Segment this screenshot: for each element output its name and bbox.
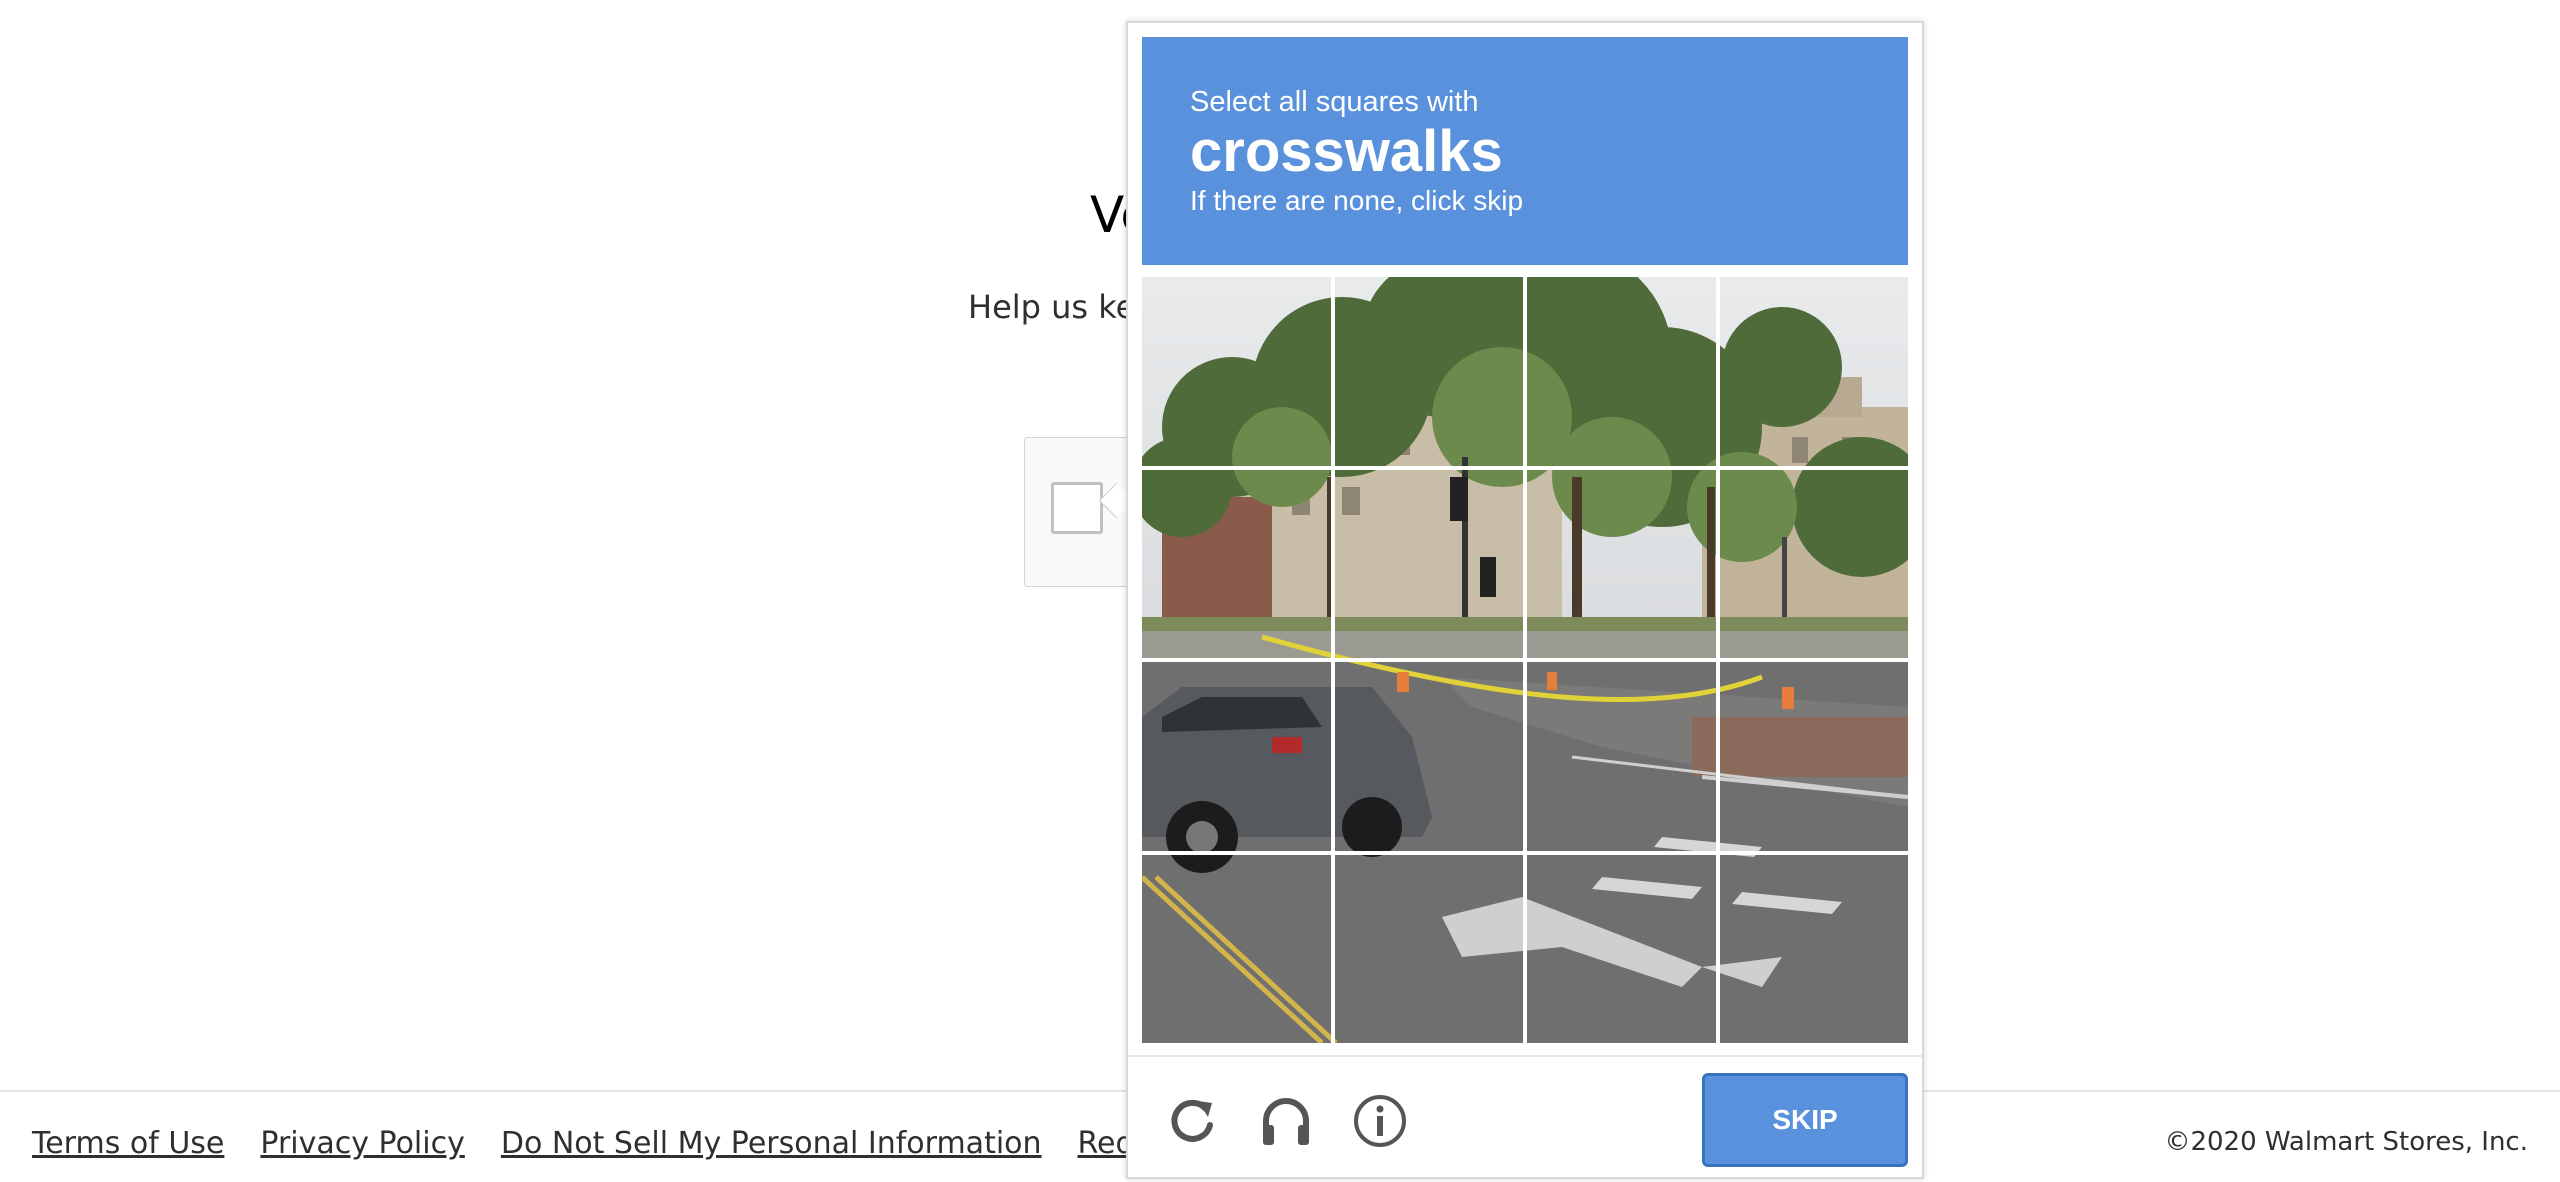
street-photo-slice	[1334, 469, 1523, 658]
image-tile[interactable]	[1334, 469, 1523, 658]
captcha-checkbox[interactable]	[1051, 482, 1103, 534]
street-photo-slice	[1719, 854, 1908, 1043]
image-tile[interactable]	[1142, 662, 1331, 851]
street-photo-slice	[1527, 277, 1716, 466]
street-photo-slice	[1334, 277, 1523, 466]
copyright: ©2020 Walmart Stores, Inc.	[2164, 1127, 2528, 1157]
street-photo-slice	[1334, 854, 1523, 1043]
street-photo-slice	[1527, 854, 1716, 1043]
image-tile[interactable]	[1334, 854, 1523, 1043]
street-photo-slice	[1142, 854, 1331, 1043]
image-tile[interactable]	[1334, 277, 1523, 466]
footer-link-terms[interactable]: Terms of Use	[32, 1126, 224, 1161]
image-challenge-popup: Select all squares with crosswalks If th…	[1126, 21, 1924, 1179]
footer-link-privacy[interactable]: Privacy Policy	[260, 1126, 464, 1161]
info-icon[interactable]	[1350, 1091, 1410, 1151]
image-tile[interactable]	[1719, 854, 1908, 1043]
image-tile[interactable]	[1142, 277, 1331, 466]
street-photo-slice	[1334, 662, 1523, 851]
street-photo-slice	[1719, 277, 1908, 466]
image-tile[interactable]	[1719, 277, 1908, 466]
street-photo-slice	[1527, 662, 1716, 851]
image-tile[interactable]	[1719, 469, 1908, 658]
street-photo-slice	[1142, 662, 1331, 851]
image-tile[interactable]	[1334, 662, 1523, 851]
street-photo-slice	[1142, 469, 1331, 658]
prompt-keyword: crosswalks	[1190, 119, 1503, 184]
street-photo-slice	[1719, 469, 1908, 658]
challenge-prompt: Select all squares with crosswalks If th…	[1142, 37, 1908, 265]
audio-icon[interactable]	[1256, 1091, 1316, 1151]
street-photo-slice	[1527, 469, 1716, 658]
challenge-controls: SKIP	[1128, 1055, 1922, 1177]
image-tile[interactable]	[1527, 854, 1716, 1043]
image-tile[interactable]	[1719, 662, 1908, 851]
image-tile[interactable]	[1527, 662, 1716, 851]
image-tile[interactable]	[1142, 469, 1331, 658]
reload-icon[interactable]	[1162, 1091, 1222, 1151]
street-photo-slice	[1719, 662, 1908, 851]
prompt-instruction: Select all squares with	[1190, 86, 1479, 118]
skip-button[interactable]: SKIP	[1702, 1073, 1908, 1167]
image-grid	[1142, 277, 1908, 1043]
footer-link-do-not-sell[interactable]: Do Not Sell My Personal Information	[501, 1126, 1042, 1161]
image-tile[interactable]	[1527, 277, 1716, 466]
street-photo-slice	[1142, 277, 1331, 466]
image-tile[interactable]	[1142, 854, 1331, 1043]
prompt-hint: If there are none, click skip	[1190, 185, 1524, 216]
page: Ve Help us kee Terms of Use Privacy Poli…	[0, 0, 2560, 1182]
image-tile[interactable]	[1527, 469, 1716, 658]
